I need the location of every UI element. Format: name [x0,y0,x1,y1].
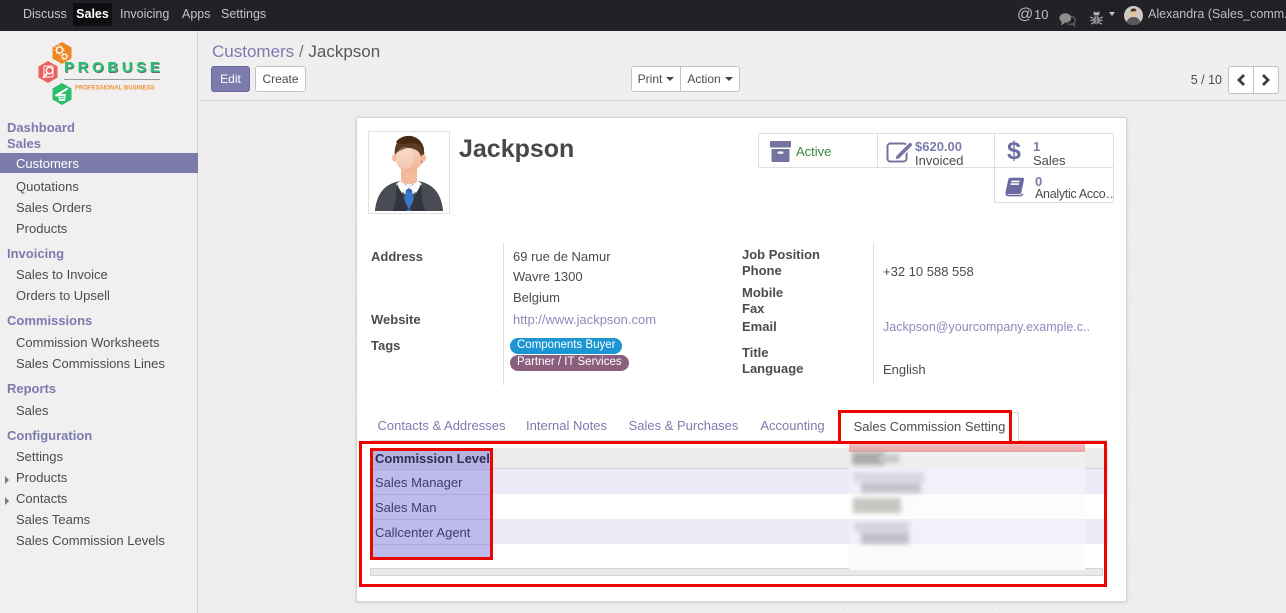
svg-text:PROBUSE: PROBUSE [64,59,163,76]
svg-text:PROFESSIONAL BUSINESS: PROFESSIONAL BUSINESS [75,86,155,92]
